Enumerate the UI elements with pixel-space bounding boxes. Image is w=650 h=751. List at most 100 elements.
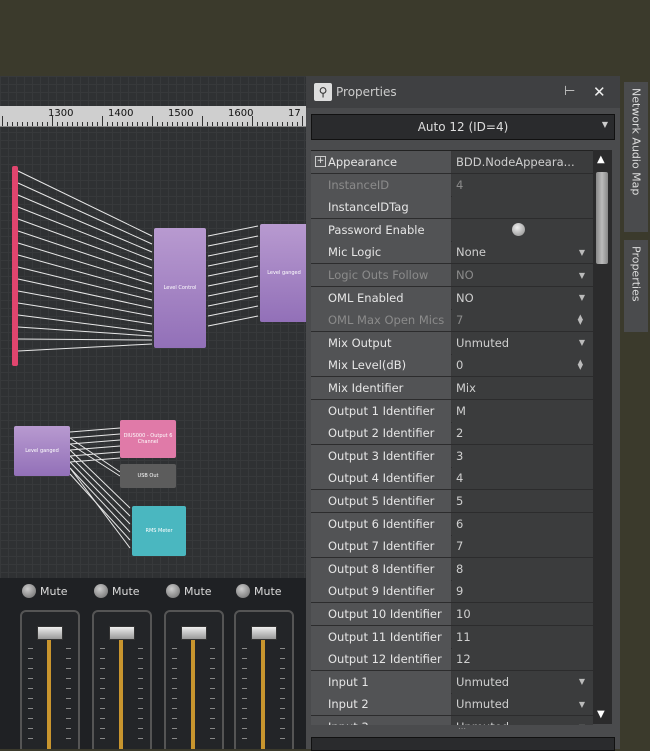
scroll-up-icon[interactable]: ▲ [597,154,605,165]
property-value[interactable] [452,196,593,219]
property-name: Mic Logic [311,241,451,264]
fader-thumb[interactable] [251,626,277,640]
chevron-down-icon[interactable]: ▼ [579,271,585,280]
chevron-down-icon[interactable]: ▼ [579,723,585,726]
property-value[interactable] [452,218,593,241]
property-row[interactable]: Output 10 Identifier 10 [311,603,593,626]
property-value[interactable]: 6 [452,512,593,535]
close-icon[interactable]: ✕ [593,83,606,101]
property-name: Output 4 Identifier [311,467,451,490]
property-row[interactable]: Logic Outs Follow NO ▼ [311,264,593,287]
fader[interactable] [20,610,80,749]
tab-properties[interactable]: Properties [624,240,648,332]
block-label: DIUS000 - Output 6 Channel [123,433,173,445]
chevron-down-icon[interactable]: ▼ [579,338,585,347]
property-value[interactable]: Unmuted▼ [452,716,593,725]
property-row[interactable]: OML Enabled NO ▼ [311,286,593,310]
property-value[interactable]: 4 [452,173,593,196]
toggle-knob[interactable] [512,222,525,236]
property-row[interactable]: Output 7 Identifier 7 [311,535,593,559]
property-value[interactable]: 3 [452,444,593,467]
chevron-down-icon[interactable]: ▼ [579,248,585,257]
chevron-down-icon[interactable]: ▼ [579,293,585,302]
property-value[interactable]: 10 [452,603,593,625]
property-row[interactable]: Output 12 Identifier 12 [311,648,593,672]
property-row[interactable]: Password Enable [311,218,593,242]
property-row[interactable]: Output 5 Identifier 5 [311,490,593,513]
property-row[interactable]: Output 8 Identifier 8 [311,557,593,581]
level-ganged-block[interactable]: Level ganged [260,224,306,322]
property-value[interactable]: 0 ▲ ▼ [452,354,593,377]
property-row[interactable]: Mic Logic None ▼ [311,241,593,265]
pin-icon[interactable]: ⊢ [564,84,575,99]
fader-tick [280,718,285,719]
property-row[interactable]: Output 3 Identifier 3 [311,444,593,468]
property-value[interactable]: Unmuted▼ [452,331,593,354]
fader-tick [210,698,215,699]
property-value[interactable]: Unmuted▼ [452,670,593,693]
property-row[interactable]: Appearance BDD.NodeAppeara... + [311,151,593,174]
chevron-down-icon[interactable]: ▼ [579,700,585,709]
level-ganged-block[interactable]: Level ganged [14,426,70,476]
property-value[interactable]: 11 [452,625,593,648]
property-row[interactable]: Output 1 Identifier M [311,399,593,423]
fader-tick [280,678,285,679]
usb-out-block[interactable]: USB Out [120,464,176,488]
property-value[interactable]: 8 [452,557,593,580]
property-row[interactable]: Mix Identifier Mix [311,377,593,400]
rms-meter-block[interactable]: RMS Meter [132,506,186,556]
input-block[interactable] [12,166,18,366]
tab-network-audio-map[interactable]: Network Audio Map [624,82,648,232]
output-block[interactable]: DIUS000 - Output 6 Channel [120,420,176,458]
object-selector[interactable]: Auto 12 (ID=4) ▼ [311,114,615,140]
property-value[interactable]: 4 [452,467,593,490]
property-value[interactable]: Mix [452,377,593,399]
property-row[interactable]: Input 1 Unmuted ▼ [311,670,593,694]
property-row[interactable]: InstanceID 4 [311,173,593,197]
fader-thumb[interactable] [109,626,135,640]
level-control-block[interactable]: Level Control [154,228,206,348]
property-row[interactable]: Output 9 Identifier 9 [311,580,593,604]
chevron-down-icon[interactable]: ▼ [579,677,585,686]
property-value[interactable]: 5 [452,490,593,512]
property-row[interactable]: Output 2 Identifier 2 [311,422,593,446]
property-row[interactable]: Mix Output Unmuted ▼ [311,331,593,355]
mute-button[interactable]: Mute [94,583,140,599]
property-value[interactable]: 9 [452,580,593,603]
fader[interactable] [234,610,294,749]
fader-thumb[interactable] [181,626,207,640]
property-value[interactable]: NO ▼ [452,264,593,286]
property-value[interactable]: NO ▼ [452,286,593,309]
fader-thumb[interactable] [37,626,63,640]
property-value[interactable]: 7 [452,535,593,558]
property-row[interactable]: Input 2 Unmuted ▼ [311,693,593,717]
fader[interactable] [164,610,224,749]
property-value[interactable]: 7 ▲ ▼ [452,309,593,332]
property-row[interactable]: Mix Level(dB) 0 ▲ ▼ [311,354,593,378]
mute-button[interactable]: Mute [22,583,68,599]
mute-button[interactable]: Mute [166,583,212,599]
property-row[interactable]: InstanceIDTag [311,196,593,220]
scroll-thumb[interactable] [596,172,608,264]
property-value[interactable]: M [452,399,593,422]
property-scrollbar[interactable]: ▲ ▼ [593,150,612,724]
scroll-down-icon[interactable]: ▼ [597,709,605,720]
property-row[interactable]: Output 11 Identifier 11 [311,625,593,649]
design-canvas[interactable]: 1300 1400 1500 1600 17 Level Control Lev… [0,76,306,749]
property-value[interactable]: BDD.NodeAppeara... [452,151,593,173]
property-row[interactable]: OML Max Open Mics 7 ▲ ▼ [311,309,593,333]
panel-splitter[interactable]: ⋯ [311,725,613,734]
expand-plus-icon[interactable]: + [315,156,326,167]
property-value[interactable]: 2 [452,422,593,445]
property-value[interactable]: 12 [452,648,593,671]
spinner-icon[interactable]: ▲ ▼ [578,359,583,371]
property-row[interactable]: Output 6 Identifier 6 [311,512,593,536]
property-value[interactable]: None ▼ [452,241,593,264]
property-row[interactable]: Output 4 Identifier 4 [311,467,593,491]
property-value[interactable]: Unmuted▼ [452,693,593,716]
fader[interactable] [92,610,152,749]
mute-button[interactable]: Mute [236,583,282,599]
property-row[interactable]: Input 3Unmuted▼ [311,716,593,725]
fader-tick [280,648,285,649]
spinner-icon[interactable]: ▲ ▼ [578,314,583,326]
